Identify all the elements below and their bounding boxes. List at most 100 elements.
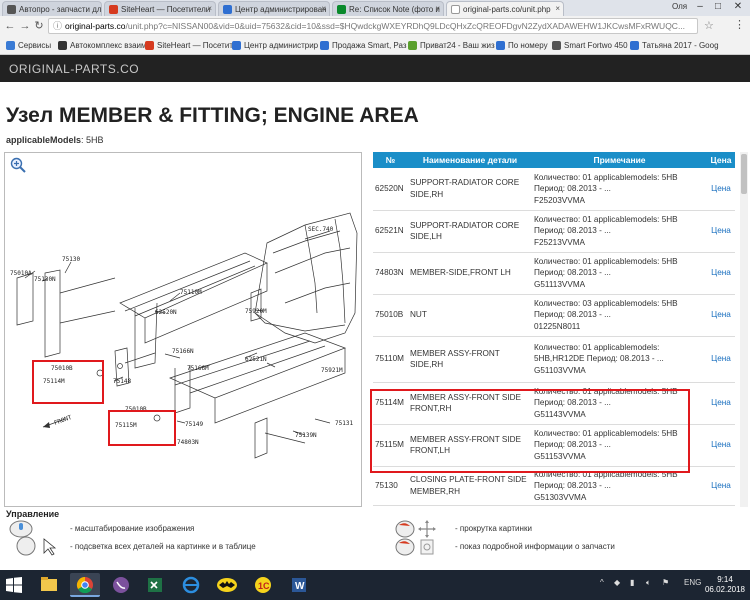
- diagram-label[interactable]: SEC.740: [308, 226, 334, 233]
- bookmark-item[interactable]: По номеру: [496, 39, 548, 52]
- diagram-label[interactable]: 75920M: [245, 308, 267, 315]
- bookmark-star-icon[interactable]: ☆: [704, 19, 714, 32]
- network-icon[interactable]: ▮: [630, 578, 634, 587]
- bookmark-item[interactable]: Продажа Smart, Раз: [320, 39, 407, 52]
- diagram-label[interactable]: 75010A: [10, 270, 32, 277]
- bookmark-item[interactable]: Автокомплекс взаим: [58, 39, 146, 52]
- back-icon[interactable]: ←: [3, 19, 17, 33]
- tray-app-icon[interactable]: ◆: [614, 578, 620, 587]
- table-row[interactable]: 75110M MEMBER ASSY-FRONT SIDE,RH Количес…: [373, 336, 735, 383]
- file-explorer-icon[interactable]: [34, 573, 64, 597]
- bookmark-item[interactable]: SiteHeart — Посетит: [145, 39, 233, 52]
- tab-favicon: [223, 5, 232, 14]
- excel-icon[interactable]: [140, 573, 170, 597]
- close-icon[interactable]: ×: [435, 4, 440, 13]
- diagram-label[interactable]: 74803N: [177, 439, 199, 446]
- diagram-label[interactable]: 62521N: [245, 356, 267, 363]
- price-link[interactable]: Цена: [711, 481, 731, 490]
- tray-chevron-icon[interactable]: ^: [600, 578, 604, 587]
- zoom-icon[interactable]: [10, 157, 26, 173]
- word-icon[interactable]: W: [284, 573, 314, 597]
- diagram-label[interactable]: 75130N: [34, 276, 56, 283]
- part-name: SUPPORT-RADIATOR CORE SIDE,RH: [408, 168, 532, 211]
- tab-label: Re: Список Note (фото и: [349, 5, 440, 14]
- page-title: Узел MEMBER & FITTING; ENGINE AREA: [6, 104, 419, 127]
- volume-icon[interactable]: 🔈︎: [646, 578, 651, 588]
- bookmark-item[interactable]: Татьяна 2017 - Goog: [630, 39, 719, 52]
- table-scrollbar[interactable]: [740, 152, 748, 507]
- bookmark-item[interactable]: Smart Fortwo 450: [552, 39, 628, 52]
- taskbar: 1С W ^ ◆ ▮ 🔈︎ ⚑ ENG 9:14 06.02.2018: [0, 570, 750, 600]
- diagram-label[interactable]: 62520N: [155, 309, 177, 316]
- diagram-drawing[interactable]: SEC.740 75130 75010A 75130N 75110M 62520…: [5, 153, 363, 508]
- address-bar[interactable]: ⓘ original-parts.co/unit.php?c=NISSAN00&…: [48, 18, 698, 34]
- diagram-label[interactable]: 75166N: [172, 348, 194, 355]
- price-link[interactable]: Цена: [711, 440, 731, 449]
- price-link[interactable]: Цена: [711, 226, 731, 235]
- tab-original-parts[interactable]: original-parts.co/unit.php ×: [446, 1, 564, 16]
- info-help-text: - показ подробной информации о запчасти: [455, 542, 615, 551]
- batman-app-icon[interactable]: [212, 573, 242, 597]
- language-indicator[interactable]: ENG: [684, 578, 701, 587]
- close-icon[interactable]: ×: [207, 4, 212, 13]
- viber-icon[interactable]: [106, 573, 136, 597]
- table-row[interactable]: 62521N SUPPORT-RADIATOR CORE SIDE,LH Кол…: [373, 210, 735, 253]
- bookmark-item[interactable]: Приват24 - Ваш жиз: [408, 39, 495, 52]
- diagram-label[interactable]: 75010B: [51, 365, 73, 372]
- diagram-label[interactable]: 75130: [62, 256, 80, 263]
- bookmark-favicon: [630, 41, 639, 50]
- bookmark-services[interactable]: Сервисы: [6, 39, 51, 52]
- flag-icon[interactable]: ⚑: [662, 578, 669, 587]
- table-row[interactable]: 74803N MEMBER-SIDE,FRONT LH Количество: …: [373, 252, 735, 295]
- price-link[interactable]: Цена: [711, 398, 731, 407]
- bookmark-item[interactable]: Центр администрир: [232, 39, 318, 52]
- window-close-icon[interactable]: ✕: [726, 0, 750, 14]
- parts-diagram[interactable]: SEC.740 75130 75010A 75130N 75110M 62520…: [4, 152, 362, 507]
- table-row[interactable]: 75010B NUT Количество: 03 applicablemode…: [373, 294, 735, 337]
- chrome-icon[interactable]: [70, 573, 100, 597]
- menu-icon[interactable]: ⋮: [734, 18, 745, 31]
- click-info-icon: [395, 538, 434, 556]
- 1c-icon[interactable]: 1С: [248, 573, 278, 597]
- close-icon[interactable]: ×: [321, 4, 326, 13]
- part-name: CLOSING PLATE-FRONT SIDE MEMBER,RH: [408, 466, 532, 506]
- diagram-label[interactable]: 75110M: [180, 289, 202, 296]
- tab-siteheart[interactable]: SiteHeart — Посетители ×: [104, 1, 216, 16]
- internet-explorer-icon[interactable]: [176, 573, 206, 597]
- scroll-help-text: - прокрутка картинки: [455, 524, 532, 533]
- table-row[interactable]: 62520N SUPPORT-RADIATOR CORE SIDE,RH Кол…: [373, 168, 735, 211]
- tab-avtopro[interactable]: Автопро - запчасти для: [2, 1, 102, 16]
- table-row[interactable]: 75115M MEMBER ASSY-FRONT SIDE FRONT,LH К…: [373, 424, 735, 467]
- tab-favicon: [7, 5, 16, 14]
- tab-note-list[interactable]: Re: Список Note (фото и ×: [332, 1, 444, 16]
- price-link[interactable]: Цена: [711, 268, 731, 277]
- page-info-icon[interactable]: ⓘ: [53, 19, 62, 33]
- table-row[interactable]: 75130 CLOSING PLATE-FRONT SIDE MEMBER,RH…: [373, 466, 735, 506]
- diagram-label[interactable]: 75148: [113, 378, 131, 385]
- profile-name[interactable]: Оля: [672, 2, 687, 11]
- clock[interactable]: 9:14 06.02.2018: [704, 575, 746, 595]
- site-logo[interactable]: ORIGINAL-PARTS.CO: [9, 62, 139, 76]
- diagram-label[interactable]: 75115M: [115, 422, 137, 429]
- close-icon[interactable]: ×: [555, 4, 560, 13]
- bookmark-label: По номеру: [508, 41, 548, 50]
- diagram-label[interactable]: 75149: [185, 421, 203, 428]
- mouse-hover-icon: [16, 536, 57, 556]
- diagram-label[interactable]: 75166M: [187, 365, 209, 372]
- table-row[interactable]: 75114M MEMBER ASSY-FRONT SIDE FRONT,RH К…: [373, 382, 735, 425]
- diagram-label[interactable]: 75131: [335, 420, 353, 427]
- diagram-label[interactable]: 75114M: [43, 378, 65, 385]
- svg-text:FRONT: FRONT: [53, 414, 73, 427]
- price-link[interactable]: Цена: [711, 184, 731, 193]
- tab-favicon: [451, 5, 460, 14]
- windows-start-icon[interactable]: [6, 577, 22, 593]
- diagram-label[interactable]: 75921M: [321, 367, 343, 374]
- diagram-label[interactable]: 75139N: [295, 432, 317, 439]
- tab-admin-center[interactable]: Центр администрирован ×: [218, 1, 330, 16]
- site-header: ORIGINAL-PARTS.CO: [0, 55, 750, 82]
- reload-icon[interactable]: ↻: [32, 19, 46, 33]
- scrollbar-thumb[interactable]: [741, 154, 747, 194]
- price-link[interactable]: Цена: [711, 310, 731, 319]
- price-link[interactable]: Цена: [711, 354, 731, 363]
- forward-icon[interactable]: →: [18, 19, 32, 33]
